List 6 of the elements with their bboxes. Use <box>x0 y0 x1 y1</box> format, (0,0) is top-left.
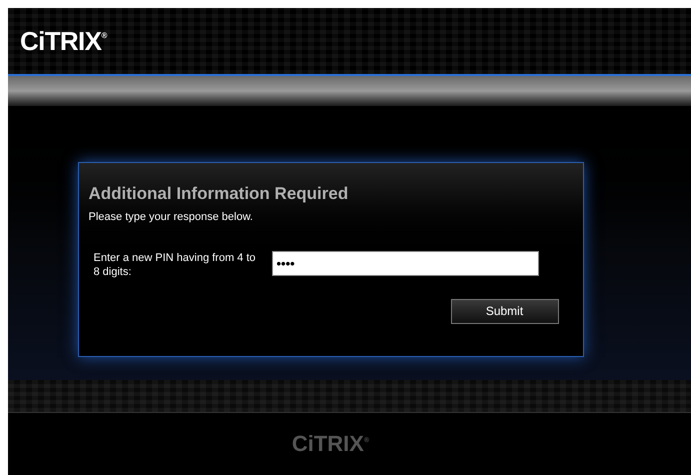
submit-button[interactable]: Submit <box>450 298 558 324</box>
logo: CiTRIX® <box>20 28 107 54</box>
dialog-title: Additional Information Required <box>88 183 350 204</box>
field-label: Enter a new PIN having from 4 to 8 digits: <box>92 250 257 279</box>
pin-field[interactable]: •••• <box>272 250 538 276</box>
dialog-subtitle: Please type your response below. <box>88 210 254 226</box>
